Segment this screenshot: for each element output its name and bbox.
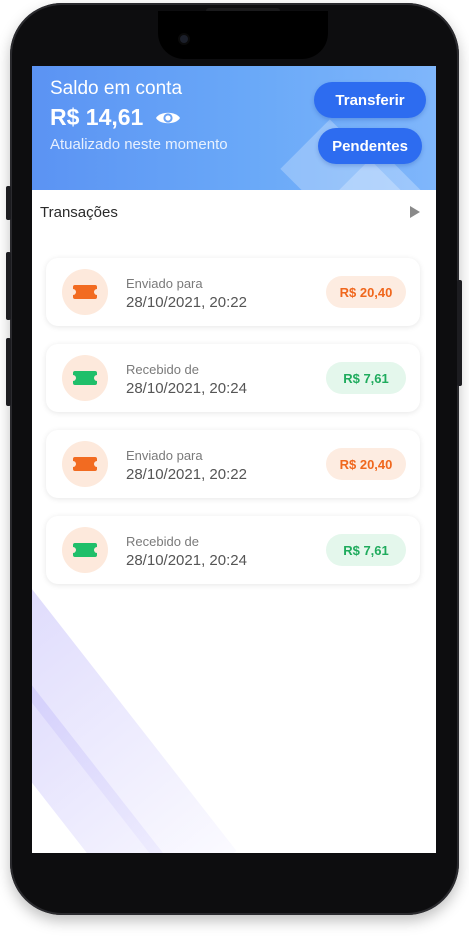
- transaction-date: 28/10/2021, 20:22: [126, 466, 247, 483]
- eye-icon[interactable]: [155, 109, 181, 127]
- ticket-icon: [70, 285, 100, 299]
- transaction-icon-badge: [62, 441, 108, 487]
- transaction-label: Enviado para: [126, 448, 203, 463]
- transaction-label: Recebido de: [126, 534, 199, 549]
- front-camera: [180, 35, 188, 43]
- triangle-right-icon[interactable]: [410, 206, 420, 218]
- transaction-amount: R$ 20,40: [326, 448, 406, 480]
- transactions-title: Transações: [40, 204, 118, 221]
- ticket-icon: [70, 457, 100, 471]
- transaction-label: Recebido de: [126, 362, 199, 377]
- transaction-date: 28/10/2021, 20:24: [126, 380, 247, 397]
- balance-row: R$ 14,61: [50, 104, 181, 131]
- ticket-icon: [70, 371, 100, 385]
- transaction-card[interactable]: Enviado para 28/10/2021, 20:22 R$ 20,40: [46, 258, 420, 326]
- pending-button[interactable]: Pendentes: [318, 128, 422, 164]
- ticket-icon: [70, 543, 100, 557]
- transaction-card[interactable]: Recebido de 28/10/2021, 20:24 R$ 7,61: [46, 516, 420, 584]
- app-screen: Saldo em conta R$ 14,61 Atualizado neste…: [32, 66, 436, 853]
- side-button-power: [457, 280, 462, 386]
- side-button-volume-up: [6, 252, 11, 320]
- balance-header: Saldo em conta R$ 14,61 Atualizado neste…: [32, 66, 436, 190]
- transaction-date: 28/10/2021, 20:24: [126, 552, 247, 569]
- transaction-date: 28/10/2021, 20:22: [126, 294, 247, 311]
- transaction-icon-badge: [62, 269, 108, 315]
- balance-value: R$ 14,61: [50, 104, 144, 130]
- balance-label: Saldo em conta: [50, 78, 183, 99]
- transaction-card[interactable]: Enviado para 28/10/2021, 20:22 R$ 20,40: [46, 430, 420, 498]
- transaction-amount: R$ 7,61: [326, 534, 406, 566]
- transaction-icon-badge: [62, 355, 108, 401]
- transaction-icon-badge: [62, 527, 108, 573]
- side-button-mute: [6, 186, 11, 220]
- updated-status: Atualizado neste momento: [50, 136, 228, 153]
- transaction-amount: R$ 20,40: [326, 276, 406, 308]
- transaction-label: Enviado para: [126, 276, 203, 291]
- transaction-card[interactable]: Recebido de 28/10/2021, 20:24 R$ 7,61: [46, 344, 420, 412]
- side-button-volume-down: [6, 338, 11, 406]
- transaction-amount: R$ 7,61: [326, 362, 406, 394]
- transfer-button[interactable]: Transferir: [314, 82, 426, 118]
